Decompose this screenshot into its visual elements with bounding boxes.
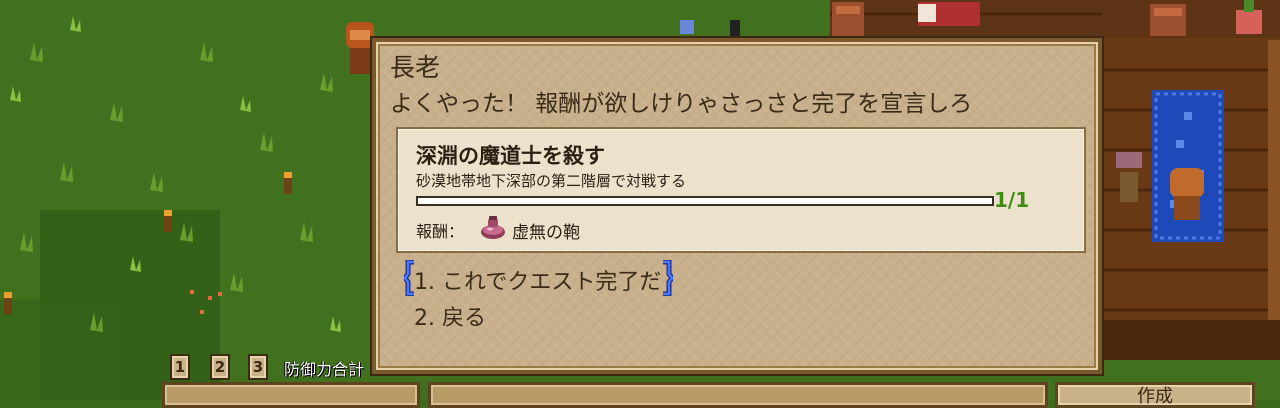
dialog-option-complete-quest[interactable]: 1. これでクエスト完了だ bbox=[404, 260, 674, 296]
reward-item-name: 虚無の鞄 bbox=[512, 223, 580, 243]
npc-dialog-panel: 長老 よくやった！ 報酬が欲しけりゃさっさと完了を宣言しろ 深淵の魔道士を殺す … bbox=[372, 38, 1102, 374]
equipment-bar[interactable] bbox=[162, 382, 420, 408]
quest-progress-bar bbox=[416, 196, 994, 206]
quest-progress-text: 1/1 bbox=[994, 188, 1030, 212]
option-label: 1. これでクエスト完了だ bbox=[414, 270, 662, 295]
hotbar-tab-2[interactable]: 2 bbox=[210, 354, 230, 380]
speaker-name: 長老 bbox=[390, 53, 441, 82]
selection-bracket-left-icon bbox=[404, 260, 414, 296]
quest-description: 砂漠地帯地下深部の第二階層で対戦する bbox=[416, 172, 687, 190]
hotbar-tab-1[interactable]: 1 bbox=[170, 354, 190, 380]
quest-progress-fill bbox=[418, 198, 992, 204]
quest-title: 深淵の魔道士を殺す bbox=[416, 144, 605, 168]
bag-icon bbox=[481, 216, 505, 239]
reward-label: 報酬： bbox=[416, 222, 465, 241]
selection-bracket-right-icon bbox=[663, 260, 674, 296]
quest-card: 深淵の魔道士を殺す 砂漠地帯地下深部の第二階層で対戦する 1/1 報酬： 虚無の… bbox=[396, 127, 1086, 253]
hotbar-tab-3[interactable]: 3 bbox=[248, 354, 268, 380]
total-defense-label: 防御力合計 bbox=[284, 360, 365, 379]
option-label: 2. 戻る bbox=[414, 306, 486, 331]
dialog-option-back[interactable]: 2. 戻る bbox=[406, 300, 494, 332]
craft-button[interactable]: 作成 bbox=[1055, 382, 1255, 408]
item-hotbar[interactable] bbox=[428, 382, 1048, 408]
dialog-text: よくやった！ 報酬が欲しけりゃさっさと完了を宣言しろ bbox=[390, 91, 973, 117]
